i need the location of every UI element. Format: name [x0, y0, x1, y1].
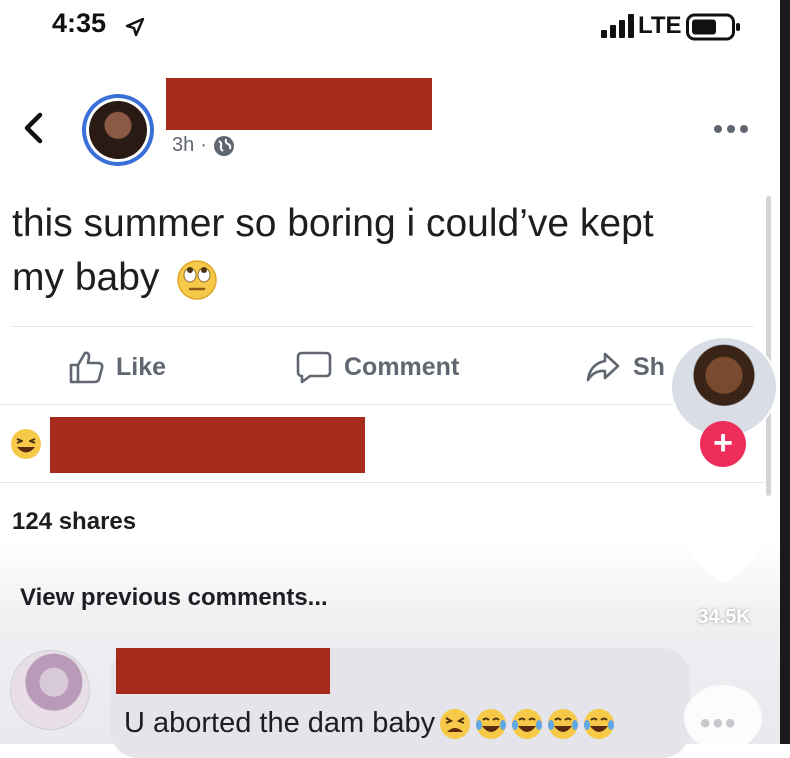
back-chevron-icon[interactable] — [20, 111, 46, 145]
post-timestamp[interactable]: 3h — [172, 134, 194, 157]
shares-count[interactable]: 124 shares — [12, 508, 136, 536]
status-bar: 4:35 LTE — [0, 0, 790, 56]
like-label: Like — [116, 352, 167, 381]
tears-of-joy-emoji-icon — [512, 708, 543, 739]
post-text: this summer so boring i could’ve kept my… — [12, 197, 752, 305]
poster-avatar[interactable] — [82, 94, 154, 166]
battery-icon — [686, 13, 740, 41]
laughing-emoji-icon[interactable] — [10, 428, 42, 460]
screen-edge — [780, 0, 790, 744]
comment-body: U aborted the dam baby — [124, 707, 436, 739]
scrollbar[interactable] — [766, 196, 771, 496]
signal-bars-icon — [601, 14, 634, 38]
more-options-icon[interactable] — [713, 123, 749, 135]
thumbs-up-icon — [69, 351, 104, 384]
share-arrow-icon — [586, 352, 620, 382]
redacted-reactions — [50, 417, 365, 473]
divider-middle — [0, 404, 766, 405]
tears-of-joy-emoji-icon — [476, 708, 507, 739]
commenter-avatar[interactable] — [10, 650, 90, 730]
globe-icon — [213, 135, 234, 156]
location-arrow-icon — [125, 17, 145, 37]
redacted-commenter-name — [116, 648, 330, 694]
post-text-line1: this summer so boring i could’ve kept — [12, 202, 654, 245]
follow-button[interactable]: + — [700, 421, 746, 467]
tired-face-emoji-icon — [440, 708, 471, 739]
divider-bottom — [0, 482, 766, 483]
tears-of-joy-emoji-icon — [584, 708, 615, 739]
post-text-line2: my baby — [12, 256, 160, 299]
divider-top — [12, 326, 754, 327]
heart-icon[interactable] — [682, 510, 766, 588]
share-label: Sh — [633, 352, 665, 381]
tears-of-joy-emoji-icon — [548, 708, 579, 739]
like-count: 34.5K — [697, 606, 751, 628]
view-previous-comments-link[interactable]: View previous comments... — [20, 584, 328, 612]
post-meta: 3h · — [172, 134, 235, 157]
share-button[interactable]: Sh — [585, 350, 665, 384]
redacted-poster-name — [166, 78, 432, 130]
status-time: 4:35 — [52, 8, 107, 38]
comment-text: U aborted the dam baby — [124, 707, 615, 740]
comment-button[interactable]: Comment — [296, 350, 459, 384]
rolling-eyes-emoji-icon — [177, 259, 217, 300]
meta-separator: · — [200, 134, 207, 156]
network-type: LTE — [638, 12, 682, 39]
like-button[interactable]: Like — [68, 350, 166, 384]
comment-label: Comment — [344, 352, 460, 381]
more-dots-icon: ••• — [700, 707, 738, 740]
speech-bubble-icon — [296, 351, 332, 384]
